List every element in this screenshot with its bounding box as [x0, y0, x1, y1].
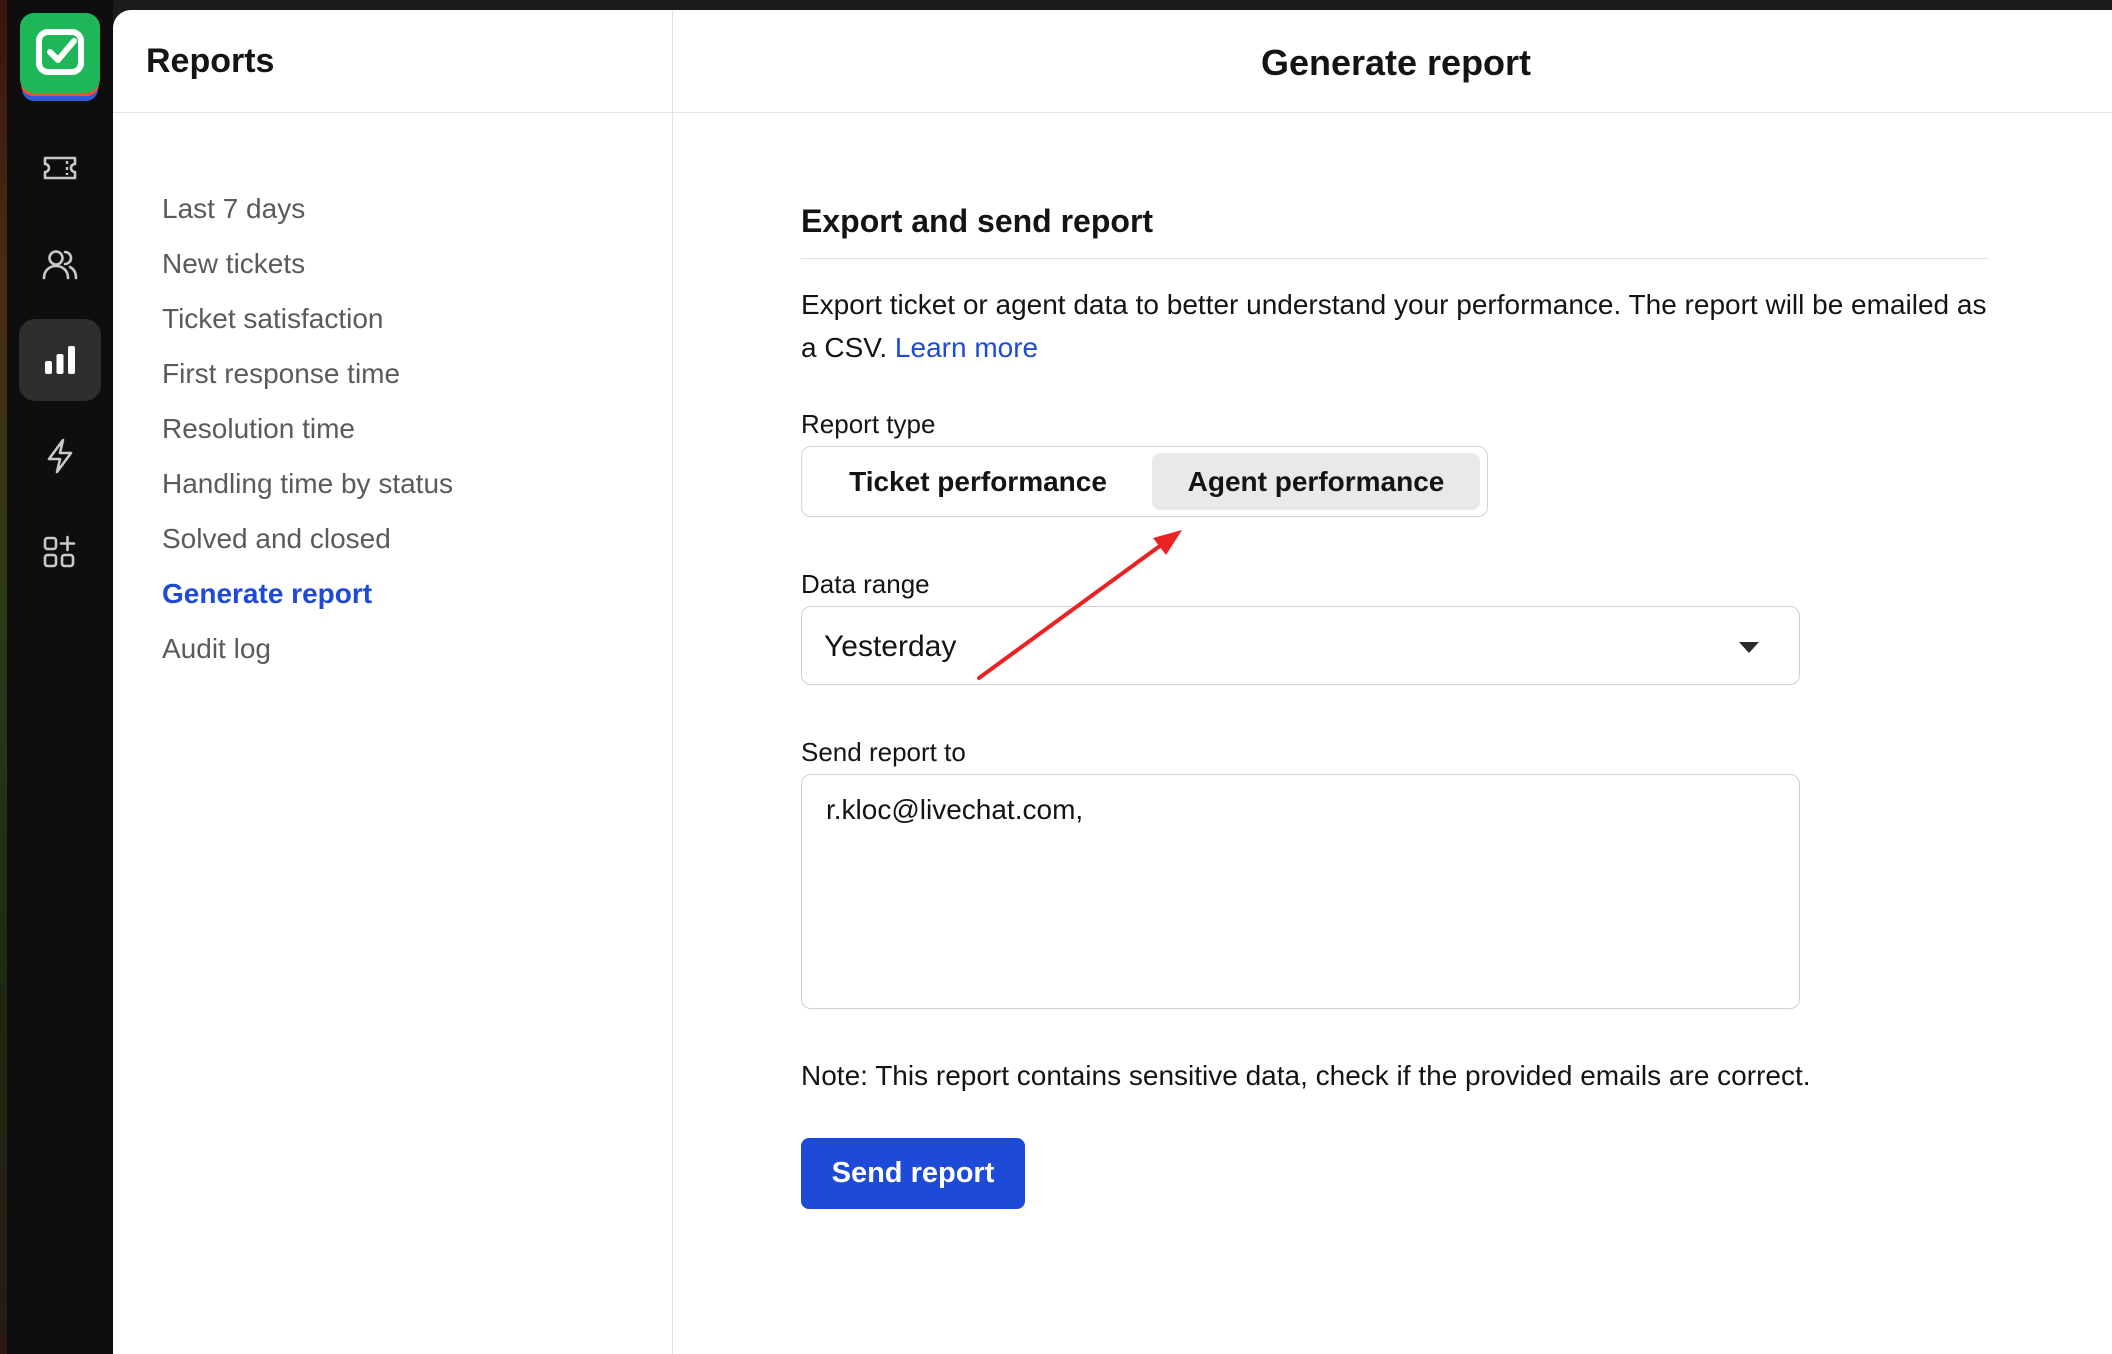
section-description: Export ticket or agent data to better un…	[801, 283, 2001, 369]
sidebar-item-generate-report[interactable]: Generate report	[162, 578, 372, 610]
option-agent-performance[interactable]: Agent performance	[1152, 453, 1480, 510]
sidebar-item-resolution-time[interactable]: Resolution time	[162, 413, 355, 445]
section-divider	[801, 258, 1989, 259]
apps-icon	[43, 535, 76, 568]
rail-item-automation[interactable]	[19, 415, 101, 497]
sidebar-title: Reports	[146, 42, 275, 80]
sidebar-header: Reports	[113, 10, 673, 113]
page-header: Generate report	[673, 10, 2112, 113]
data-range-value: Yesterday	[824, 630, 957, 663]
sidebar-item-new-tickets[interactable]: New tickets	[162, 248, 305, 280]
rail-item-tickets[interactable]	[19, 127, 101, 209]
send-report-button[interactable]: Send report	[801, 1138, 1025, 1209]
bar-chart-icon	[45, 346, 75, 374]
send-report-to-label: Send report to	[801, 737, 966, 767]
main-content: Export and send report Export ticket or …	[673, 113, 2112, 1354]
ticket-icon	[43, 156, 77, 180]
report-type-label: Report type	[801, 409, 936, 439]
rail-item-apps[interactable]	[19, 511, 101, 593]
reports-sidebar: Last 7 days New tickets Ticket satisfact…	[113, 113, 673, 1354]
sidebar-item-audit-log[interactable]: Audit log	[162, 633, 271, 665]
app-rail	[7, 0, 113, 1354]
data-range-label: Data range	[801, 569, 930, 599]
users-icon	[42, 250, 78, 280]
recipients-field[interactable]: r.kloc@livechat.com,	[801, 774, 1800, 1009]
report-type-toggle: Ticket performance Agent performance	[801, 446, 1488, 517]
app-window: Reports Generate report Last 7 days New …	[113, 10, 2112, 1354]
page-title: Generate report	[1260, 42, 1532, 83]
data-range-select[interactable]: Yesterday	[801, 606, 1800, 685]
sidebar-item-handling-time-by-status[interactable]: Handling time by status	[162, 468, 453, 500]
sensitive-data-note: Note: This report contains sensitive dat…	[801, 1060, 1811, 1091]
app-logo[interactable]	[20, 13, 100, 101]
rail-item-reports[interactable]	[19, 319, 101, 401]
desktop-wallpaper-edge	[0, 0, 7, 1354]
caret-down-icon	[1739, 642, 1759, 653]
option-ticket-performance[interactable]: Ticket performance	[810, 453, 1146, 510]
section-title: Export and send report	[801, 203, 1154, 239]
lightning-icon	[47, 438, 73, 474]
learn-more-link[interactable]: Learn more	[895, 332, 1038, 363]
checkbox-logo-icon	[20, 13, 100, 93]
sidebar-item-last-7-days[interactable]: Last 7 days	[162, 193, 305, 225]
sidebar-item-first-response-time[interactable]: First response time	[162, 358, 400, 390]
rail-item-customers[interactable]	[19, 223, 101, 305]
sidebar-item-ticket-satisfaction[interactable]: Ticket satisfaction	[162, 303, 383, 335]
sidebar-item-solved-and-closed[interactable]: Solved and closed	[162, 523, 391, 555]
